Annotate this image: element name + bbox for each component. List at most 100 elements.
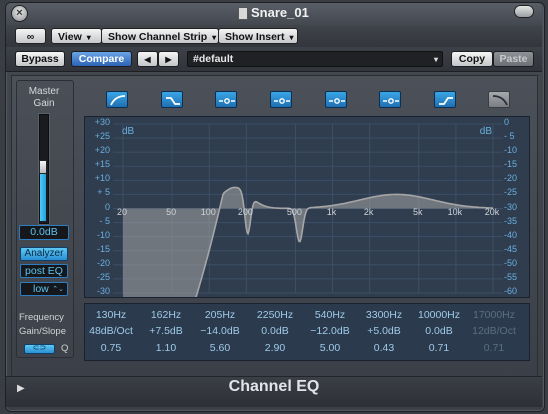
band-2-frequency-value[interactable]: 162Hz [141,309,191,321]
master-gain-label: Master Gain [28,86,60,109]
show-channel-strip-menu[interactable]: Show Channel Strip ▾ [101,28,219,44]
analyzer-axis-tick: -20 [504,173,518,184]
next-preset-button[interactable]: ▶ [158,51,179,67]
band-4-q-value[interactable]: 2.90 [250,342,300,354]
gain-axis-tick: - 5 [99,215,110,226]
band-3-toggle[interactable] [215,91,237,108]
previous-preset-button[interactable]: ◀ [137,51,158,67]
band-5-gain-value[interactable]: −12.0dB [305,325,355,337]
gain-axis-tick: +15 [94,159,110,170]
high-shelf-icon [439,97,453,105]
band-2-gain-value[interactable]: +7.5dB [141,325,191,337]
chevron-down-icon: ▾ [433,55,438,64]
gain-axis-tick: 0 [104,201,110,212]
analyzer-axis-tick: -55 [504,271,518,282]
band-6-gain-value[interactable]: +5.0dB [359,325,409,337]
preset-name: #default [193,53,234,65]
peak-icon [219,98,235,104]
show-insert-menu[interactable]: Show Insert ▾ [218,28,298,44]
channel-strip-label: Show Channel Strip [108,31,208,43]
band-1-frequency-value[interactable]: 130Hz [86,309,136,321]
master-gain-fader-handle[interactable] [39,160,47,174]
master-gain-fader-fill [40,170,46,221]
band-1-gain-value[interactable]: 48dB/Oct [86,325,136,337]
db-label-left: dB [122,126,135,137]
insert-label: Show Insert [225,31,285,43]
gain-axis-tick: +30 [94,117,110,127]
chevron-down-icon: ▾ [86,33,91,42]
link-icon: ⊂⊃ [32,343,47,352]
gain-slope-row-label: Gain/Slope [19,326,67,337]
master-gain-value[interactable]: 0.0dB [19,225,69,240]
band-6-toggle[interactable] [379,91,401,108]
high-pass-icon [110,95,126,106]
band-2-q-value[interactable]: 1.10 [141,342,191,354]
preset-menu[interactable]: #default ▾ [187,51,443,67]
resolution-label: low [33,283,49,295]
frequency-axis-tick: 10k [447,207,463,217]
analyzer-mode-menu[interactable]: post EQ [20,264,68,278]
low-pass-icon [492,95,508,106]
chevron-down-icon: ▾ [289,33,294,42]
band-7-q-value[interactable]: 0.71 [414,342,464,354]
analyzer-axis-tick: -40 [504,229,518,240]
band-5-q-value[interactable]: 5.00 [305,342,355,354]
band-5-toggle[interactable] [325,91,347,108]
band-3-gain-value[interactable]: −14.0dB [195,325,245,337]
band-7-gain-value[interactable]: 0.0dB [414,325,464,337]
compare-button[interactable]: Compare [71,51,132,67]
frequency-row-label: Frequency [19,312,64,323]
peak-icon [329,98,345,104]
gain-axis-tick: -20 [96,257,110,268]
bypass-button[interactable]: Bypass [15,51,65,67]
chevron-down-icon: ▾ [212,33,217,42]
link-icon: ∞ [26,31,35,43]
frequency-axis-tick: 1k [326,207,337,217]
view-menu[interactable]: View ▾ [51,28,102,44]
analyzer-button[interactable]: Analyzer [20,247,68,261]
analyzer-axis-tick: -15 [504,159,518,170]
band-6-frequency-value[interactable]: 3300Hz [359,309,409,321]
band-4-gain-value[interactable]: 0.0dB [250,325,300,337]
band-7-toggle[interactable] [434,91,456,108]
gain-axis-tick: +10 [94,173,110,184]
frequency-axis-tick: 5k [412,207,423,217]
peak-icon [383,98,399,104]
q-couple-button[interactable]: ⊂⊃ [24,343,55,354]
analyzer-resolution-menu[interactable]: low ⌃⌄ [20,282,68,296]
analyzer-axis-tick: -25 [504,187,518,198]
band-8-q-value[interactable]: 0.71 [469,342,519,354]
low-shelf-icon [166,97,180,105]
plugin-name: Channel EQ [228,378,320,395]
band-8-frequency-value[interactable]: 17000Hz [469,309,519,321]
band-8-toggle[interactable] [488,91,510,108]
band-7-frequency-value[interactable]: 10000Hz [414,309,464,321]
peak-icon [274,98,290,104]
window-title: Snare_01 [251,5,309,20]
toolbar-toggle-button[interactable] [515,6,533,17]
analyzer-axis-tick: -50 [504,257,518,268]
link-button[interactable]: ∞ [15,28,46,44]
band-3-q-value[interactable]: 5.60 [195,342,245,354]
gain-axis-tick: + 5 [97,187,110,198]
close-button[interactable]: × [12,6,27,21]
analyzer-axis-tick: -30 [504,201,518,212]
band-2-toggle[interactable] [161,91,183,108]
band-6-q-value[interactable]: 0.43 [359,342,409,354]
copy-button[interactable]: Copy [451,51,493,67]
band-4-frequency-value[interactable]: 2250Hz [250,309,300,321]
band-1-q-value[interactable]: 0.75 [86,342,136,354]
gain-axis-tick: -15 [96,243,110,254]
frequency-axis-tick: 20k [484,207,500,217]
gain-axis-tick: -25 [96,271,110,282]
stepper-icon: ⌃⌄ [52,286,64,293]
band-8-gain-value[interactable]: 12dB/Oct [469,325,519,337]
band-4-toggle[interactable] [270,91,292,108]
analyzer-axis-tick: 0 [504,117,510,127]
paste-button[interactable]: Paste [493,51,534,67]
band-3-frequency-value[interactable]: 205Hz [195,309,245,321]
band-1-toggle[interactable] [106,91,128,108]
q-row-label: Q [61,343,69,354]
document-icon [238,7,248,20]
band-5-frequency-value[interactable]: 540Hz [305,309,355,321]
